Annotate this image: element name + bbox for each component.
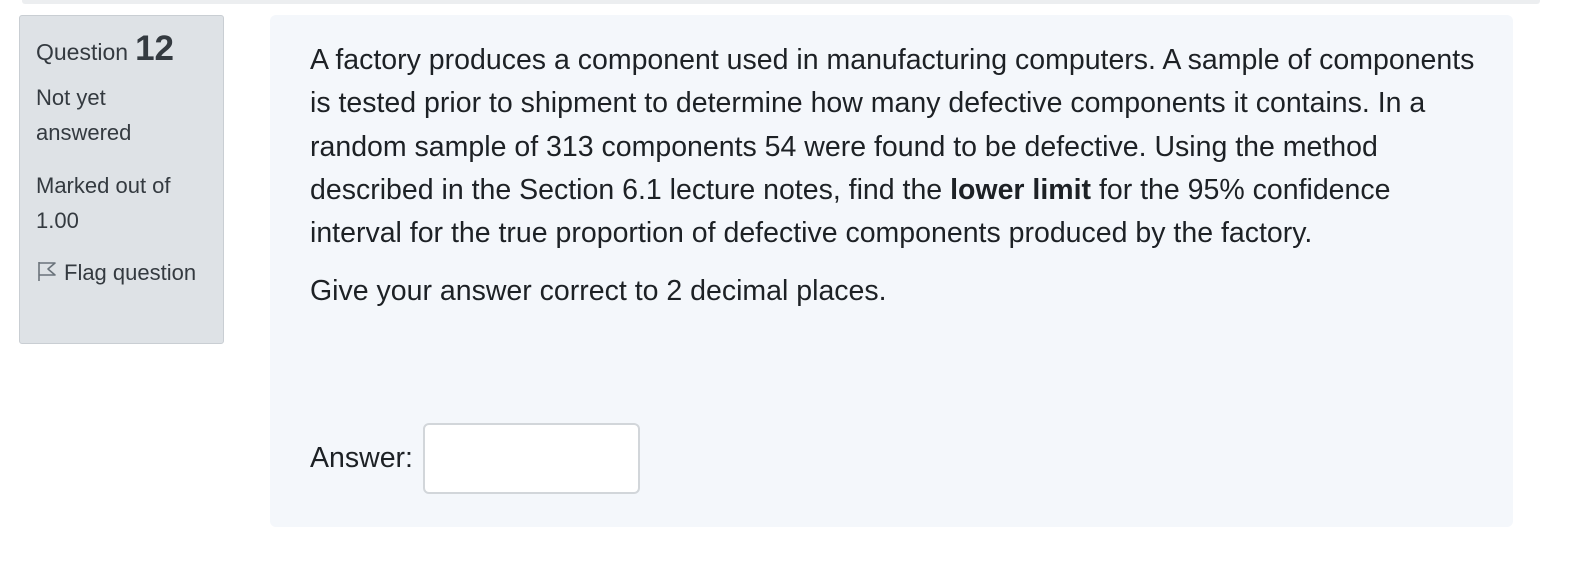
question-state: Not yet answered: [36, 85, 132, 145]
question-number: 12: [135, 29, 174, 68]
question-text-emphasis: lower limit: [950, 173, 1092, 206]
flag-question-link[interactable]: Flag question: [36, 255, 207, 292]
question-grade: Marked out of 1.00: [36, 173, 171, 233]
question-heading: Question 12: [36, 29, 207, 73]
answer-instruction: Give your answer correct to 2 decimal pl…: [310, 275, 887, 308]
question-paragraph: A factory produces a component used in m…: [310, 39, 1485, 255]
flag-question-label: Flag question: [64, 260, 197, 285]
top-divider: [22, 0, 1540, 4]
flag-icon: [36, 257, 58, 292]
question-word: Question: [36, 39, 129, 65]
question-content-panel: A factory produces a component used in m…: [270, 15, 1513, 527]
question-text: A factory produces a component used in m…: [310, 39, 1485, 314]
answer-input[interactable]: [422, 422, 640, 494]
answer-row: Answer:: [310, 422, 640, 494]
question-info-panel: Question 12 Not yet answered Marked out …: [19, 15, 224, 344]
answer-label: Answer:: [310, 441, 413, 474]
